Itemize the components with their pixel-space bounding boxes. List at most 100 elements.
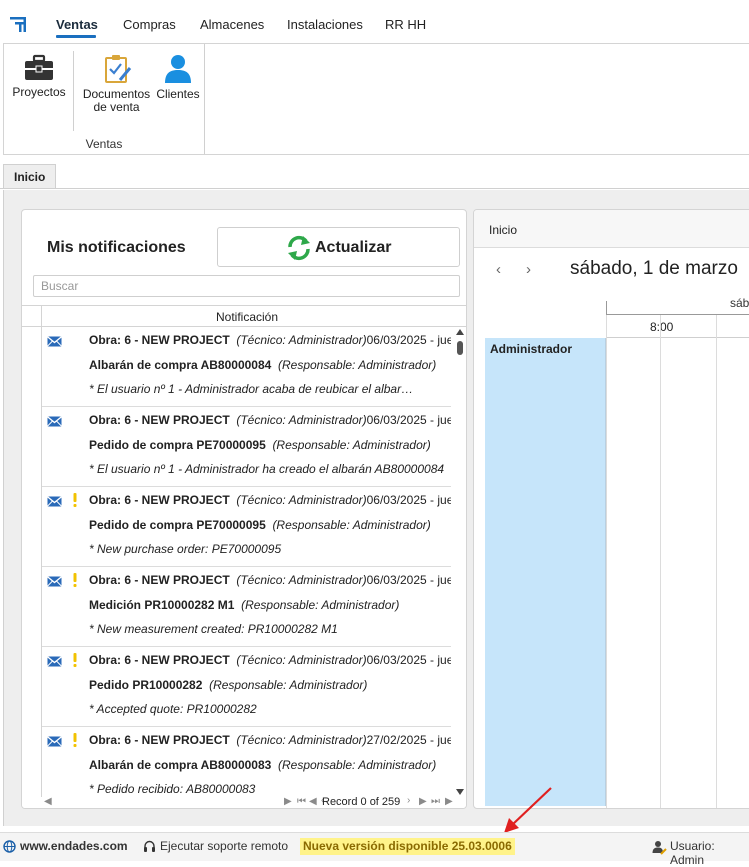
vertical-scrollbar[interactable]	[452, 327, 466, 797]
calendar-hour-label: 8:00	[650, 320, 674, 334]
calendar-panel: Inicio ‹ › sábado, 1 de marzo sáb 8:00 A…	[473, 209, 749, 809]
next-record-icon[interactable]: ›	[407, 795, 410, 806]
date-text: 06/03/2025 - jue	[366, 333, 451, 347]
notifications-grid: Obra: 6 - NEW PROJECT (Técnico: Administ…	[22, 327, 451, 797]
list-item[interactable]: Obra: 6 - NEW PROJECT (Técnico: Administ…	[42, 407, 451, 487]
calendar-gridline	[660, 315, 661, 808]
remote-support-link[interactable]: Ejecutar soporte remoto	[160, 839, 288, 853]
list-item[interactable]: Obra: 6 - NEW PROJECT (Técnico: Administ…	[42, 647, 451, 727]
current-user-label[interactable]: Usuario: Admin	[670, 839, 749, 867]
record-counter: Record 0 of 259	[322, 796, 401, 808]
calendar-date-title: sábado, 1 de marzo	[570, 258, 738, 279]
refresh-button[interactable]: Actualizar	[217, 227, 460, 267]
globe-icon	[3, 840, 16, 853]
document-text: Pedido de compra PE70000095	[89, 518, 266, 532]
date-text: 06/03/2025 - jue	[366, 413, 451, 427]
calendar-day-label: sáb	[730, 296, 749, 310]
headset-icon	[144, 840, 155, 852]
scroll-up-icon[interactable]	[456, 329, 464, 335]
tecnico-text: (Técnico: Administrador)	[236, 413, 367, 427]
scrollbar-thumb[interactable]	[457, 341, 463, 355]
menu-tab-instalaciones[interactable]: Instalaciones	[287, 17, 363, 32]
notification-line-1: Obra: 6 - NEW PROJECT (Técnico: Administ…	[89, 653, 451, 667]
notification-message: * El usuario nº 1 - Administrador acaba …	[89, 382, 414, 396]
first-page-icon[interactable]: ⏮	[297, 796, 306, 807]
responsable-text: (Responsable: Administrador)	[277, 758, 437, 772]
ribbon-group-label: Ventas	[85, 137, 123, 151]
status-bar: www.endades.com Ejecutar soporte remoto …	[0, 832, 749, 867]
website-link[interactable]: www.endades.com	[20, 839, 128, 853]
obra-text: Obra: 6 - NEW PROJECT	[89, 733, 230, 747]
notification-line-2: Pedido PR10000282 (Responsable: Administ…	[89, 678, 367, 692]
calendar-gridline	[606, 315, 607, 808]
annotation-arrow-icon	[504, 787, 552, 833]
notification-line-2: Albarán de compra AB80000084 (Responsabl…	[89, 358, 436, 372]
active-tab-indicator	[56, 35, 96, 38]
proyectos-label: Proyectos	[12, 85, 66, 99]
app-logo-icon[interactable]	[10, 16, 28, 32]
list-item[interactable]: Obra: 6 - NEW PROJECT (Técnico: Administ…	[42, 327, 451, 407]
envelope-icon	[47, 736, 62, 750]
notification-line-2: Albarán de compra AB80000083 (Responsabl…	[89, 758, 436, 772]
tecnico-text: (Técnico: Administrador)	[236, 733, 367, 747]
refresh-icon	[288, 235, 310, 261]
ribbon-separator	[73, 51, 74, 131]
notification-line-2: Pedido de compra PE70000095 (Responsable…	[89, 518, 431, 532]
calendar-resource-administrador[interactable]: Administrador	[485, 338, 606, 806]
list-item[interactable]: Obra: 6 - NEW PROJECT (Técnico: Administ…	[42, 567, 451, 647]
clientes-button[interactable]: Clientes	[154, 54, 202, 101]
notifications-title: Mis notificaciones	[47, 239, 186, 256]
list-item[interactable]: Obra: 6 - NEW PROJECT (Técnico: Administ…	[42, 727, 451, 797]
ribbon: Proyectos Documentos de venta Clientes V…	[3, 43, 749, 155]
scroll-left-icon[interactable]: ◀	[44, 796, 52, 807]
notification-message: * Pedido recibido: AB80000083	[89, 782, 256, 796]
notification-message: * El usuario nº 1 - Administrador ha cre…	[89, 462, 445, 476]
notification-line-1: Obra: 6 - NEW PROJECT (Técnico: Administ…	[89, 413, 451, 427]
notification-message: * Accepted quote: PR10000282	[89, 702, 257, 716]
menu-tab-compras[interactable]: Compras	[123, 17, 176, 32]
scroll-right-icon[interactable]: ▶	[284, 796, 292, 807]
proyectos-button[interactable]: Proyectos	[9, 54, 69, 99]
documentos-venta-button[interactable]: Documentos de venta	[79, 54, 154, 114]
calendar-prev-icon[interactable]: ‹	[496, 261, 501, 278]
menu-tab-ventas[interactable]: Ventas	[56, 17, 98, 32]
scroll-right-end-icon[interactable]: ▶	[445, 796, 453, 807]
next-page-icon[interactable]: ▶	[419, 796, 427, 807]
new-version-badge[interactable]: Nueva versión disponible 25.03.0006	[300, 838, 515, 855]
notifications-panel: Mis notificaciones Actualizar Notificaci…	[21, 209, 467, 809]
exclamation-icon	[73, 653, 77, 667]
calendar-next-icon[interactable]: ›	[526, 261, 531, 278]
grid-header: Notificación	[22, 305, 466, 327]
top-menu-bar: Ventas Compras Almacenes Instalaciones R…	[0, 0, 749, 42]
search-input[interactable]	[33, 275, 460, 297]
notification-line-1: Obra: 6 - NEW PROJECT (Técnico: Administ…	[89, 733, 451, 747]
tecnico-text: (Técnico: Administrador)	[236, 573, 367, 587]
obra-text: Obra: 6 - NEW PROJECT	[89, 413, 230, 427]
date-text: 27/02/2025 - jue	[366, 733, 451, 747]
exclamation-icon	[73, 733, 77, 747]
envelope-icon	[47, 336, 62, 350]
calendar-header: Inicio	[474, 210, 749, 248]
column-header-notificacion[interactable]: Notificación	[42, 310, 452, 324]
exclamation-icon	[73, 573, 77, 587]
menu-tab-almacenes[interactable]: Almacenes	[200, 17, 264, 32]
notification-message: * New purchase order: PE70000095	[89, 542, 282, 556]
last-page-icon[interactable]: ⏭	[431, 796, 440, 807]
documentos-label-1: Documentos	[82, 87, 151, 101]
exclamation-icon	[73, 493, 77, 507]
document-text: Medición PR10000282 M1	[89, 598, 235, 612]
prev-page-icon[interactable]: ◀	[309, 796, 317, 807]
tab-inicio[interactable]: Inicio	[3, 164, 56, 188]
list-item[interactable]: Obra: 6 - NEW PROJECT (Técnico: Administ…	[42, 487, 451, 567]
document-text: Albarán de compra AB80000083	[89, 758, 272, 772]
notification-line-2: Pedido de compra PE70000095 (Responsable…	[89, 438, 431, 452]
obra-text: Obra: 6 - NEW PROJECT	[89, 653, 230, 667]
date-text: 06/03/2025 - jue	[366, 493, 451, 507]
envelope-icon	[47, 416, 62, 430]
responsable-text: (Responsable: Administrador)	[209, 678, 368, 692]
menu-tab-rrhh[interactable]: RR HH	[385, 17, 426, 32]
envelope-icon	[47, 496, 62, 510]
scroll-down-icon[interactable]	[456, 789, 464, 795]
tecnico-text: (Técnico: Administrador)	[236, 333, 367, 347]
calendar-tab-label: Inicio	[489, 223, 518, 237]
